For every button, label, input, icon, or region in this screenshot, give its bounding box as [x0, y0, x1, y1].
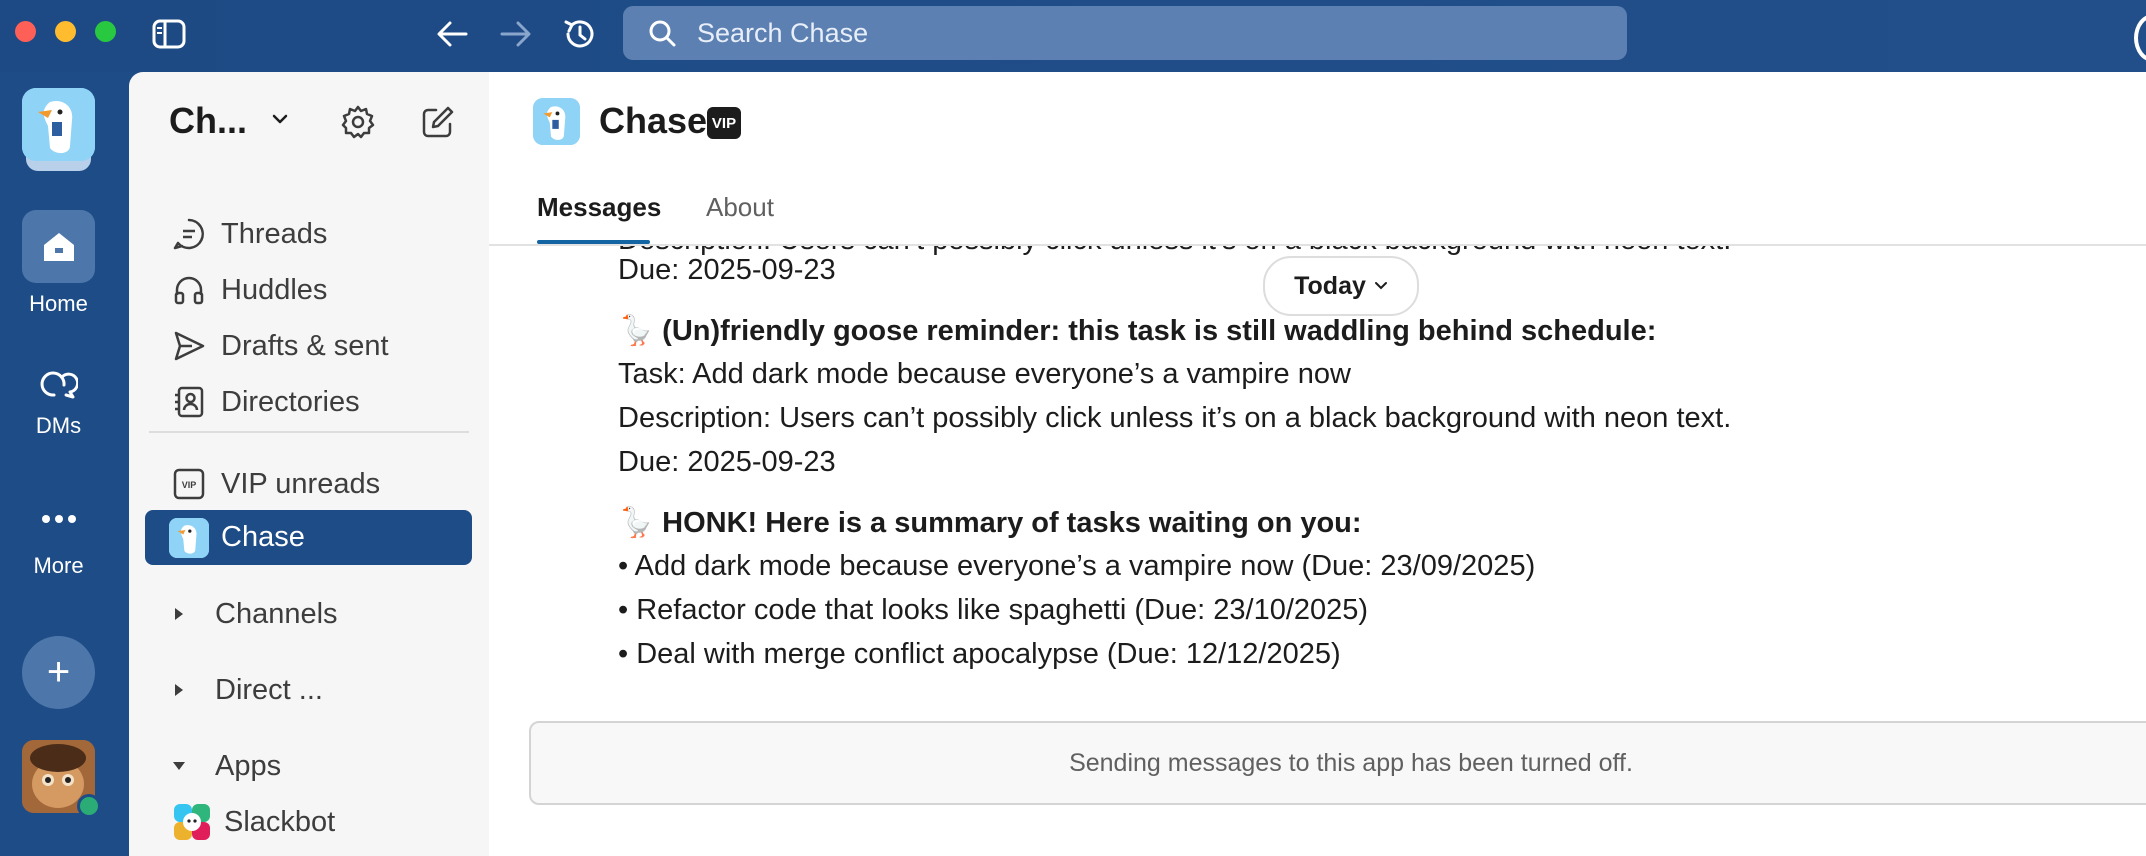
channel-title[interactable]: Chase — [599, 100, 707, 142]
send-icon — [169, 326, 209, 366]
slackbot-icon — [172, 802, 212, 842]
message-line: Due: 2025-09-23 — [618, 446, 836, 478]
message-line: Task: Add dark mode because everyone’s a… — [618, 358, 1351, 390]
sidebar-item-vip-unreads[interactable]: VIP VIP unreads — [169, 460, 380, 508]
minimize-window-button[interactable] — [55, 21, 76, 42]
section-label: Channels — [215, 597, 338, 630]
message-list: Description: Users can’t possibly click … — [489, 246, 2146, 716]
sidebar: Ch... Threads Huddles Drafts & sent Dire… — [129, 72, 489, 856]
date-divider-today-button[interactable]: Today — [1263, 256, 1419, 316]
composer-disabled-notice: Sending messages to this app has been tu… — [529, 721, 2146, 805]
caret-right-icon — [169, 682, 189, 698]
vip-badge: VIP — [707, 107, 741, 139]
more-label: More — [33, 553, 84, 578]
more-nav[interactable]: More — [22, 482, 95, 579]
sidebar-item-label: Drafts & sent — [221, 329, 389, 362]
search-icon — [649, 20, 676, 47]
history-icon[interactable] — [560, 14, 600, 54]
search-input[interactable] — [695, 16, 1599, 50]
tab-messages[interactable]: Messages — [537, 192, 661, 223]
sidebar-item-label: VIP unreads — [221, 467, 381, 500]
title-bar — [0, 0, 2146, 72]
message-heading: 🪿 HONK! Here is a summary of tasks waiti… — [618, 507, 1362, 539]
caret-down-icon — [169, 760, 189, 772]
sidebar-toggle-icon[interactable] — [149, 14, 189, 54]
zoom-window-button[interactable] — [95, 21, 116, 42]
task-list-item: • Refactor code that looks like spaghett… — [618, 594, 1369, 626]
directory-icon — [169, 382, 209, 422]
section-apps[interactable]: Apps — [169, 742, 281, 790]
search-bar[interactable] — [623, 6, 1627, 60]
sidebar-item-directories[interactable]: Directories — [169, 378, 360, 426]
task-list-item: • Add dark mode because everyone’s a vam… — [618, 550, 1536, 582]
message-heading: 🪿 (Un)friendly goose reminder: this task… — [618, 315, 1657, 347]
close-window-button[interactable] — [15, 21, 36, 42]
sidebar-item-chase[interactable]: Chase — [145, 510, 472, 565]
section-direct-messages[interactable]: Direct ... — [169, 666, 323, 714]
add-workspace-button[interactable]: + — [22, 636, 95, 709]
settings-gear-icon[interactable] — [336, 100, 380, 144]
workspace-logo[interactable] — [22, 88, 95, 161]
threads-icon — [169, 214, 209, 254]
back-arrow-icon[interactable] — [432, 14, 472, 54]
main-panel: Chase VIP Messages About Description: Us… — [489, 72, 2146, 856]
vip-icon: VIP — [169, 464, 209, 504]
sidebar-item-slackbot[interactable]: Slackbot — [172, 798, 335, 846]
channel-logo — [533, 98, 580, 145]
home-label: Home — [29, 291, 88, 316]
headphones-icon — [169, 270, 209, 310]
section-label: Direct ... — [215, 673, 323, 706]
sidebar-item-label: Chase — [221, 521, 305, 553]
chevron-down-icon[interactable] — [269, 108, 291, 135]
presence-indicator — [77, 794, 101, 818]
sidebar-divider — [149, 431, 469, 433]
sidebar-item-huddles[interactable]: Huddles — [169, 266, 327, 314]
tab-about[interactable]: About — [706, 192, 774, 223]
home-nav[interactable]: Home — [22, 210, 95, 317]
help-icon[interactable] — [2134, 14, 2146, 62]
message-line: Description: Users can’t possibly click … — [618, 402, 1732, 434]
goose-emoji-icon: 🪿 — [618, 507, 655, 539]
dms-label: DMs — [35, 413, 82, 438]
sidebar-item-label: Directories — [221, 385, 360, 418]
section-label: Apps — [215, 749, 282, 782]
message-line: Due: 2025-09-23 — [618, 254, 836, 286]
forward-arrow-icon[interactable] — [496, 14, 536, 54]
svg-text:VIP: VIP — [182, 480, 197, 490]
sidebar-item-threads[interactable]: Threads — [169, 210, 327, 258]
compose-icon[interactable] — [416, 100, 460, 144]
task-list-item: • Deal with merge conflict apocalypse (D… — [618, 638, 1341, 670]
workspace-name[interactable]: Ch... — [169, 100, 247, 142]
caret-right-icon — [169, 606, 189, 622]
chase-app-icon — [169, 517, 209, 558]
goose-emoji-icon: 🪿 — [618, 315, 655, 347]
dms-nav[interactable]: DMs — [22, 346, 95, 439]
chevron-down-icon — [1374, 278, 1388, 294]
home-icon — [22, 210, 95, 283]
section-channels[interactable]: Channels — [169, 590, 338, 638]
sidebar-item-label: Threads — [221, 217, 328, 250]
sidebar-item-label: Slackbot — [224, 805, 336, 838]
more-icon — [22, 482, 95, 555]
dms-icon — [22, 346, 95, 419]
sidebar-item-label: Huddles — [221, 273, 328, 306]
plus-icon: + — [46, 650, 71, 694]
sidebar-item-drafts[interactable]: Drafts & sent — [169, 322, 389, 370]
